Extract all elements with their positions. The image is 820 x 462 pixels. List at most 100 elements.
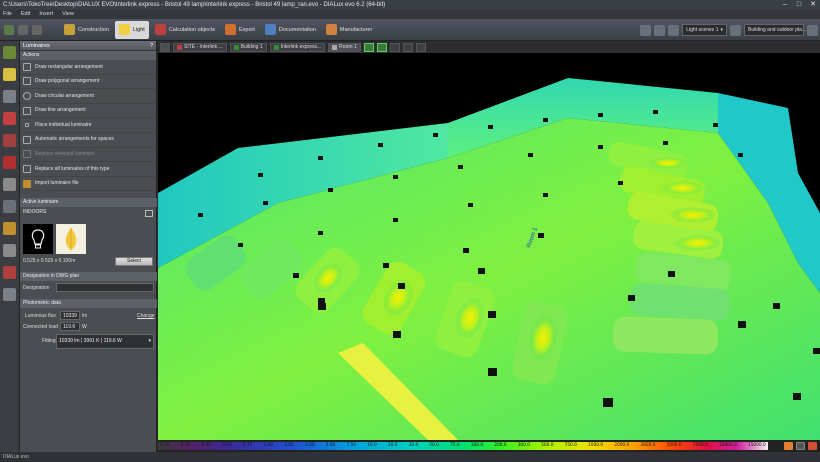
undo-icon[interactable]	[18, 24, 28, 35]
designation-field[interactable]	[56, 283, 154, 292]
bulb-tool-icon[interactable]	[3, 68, 16, 81]
minimize-icon[interactable]: –	[778, 0, 792, 10]
tool-icon-strip	[0, 41, 20, 452]
construction-icon	[64, 24, 75, 35]
lamp-icon	[31, 229, 45, 249]
luminaire-photo	[56, 224, 86, 254]
designation-section: Designation in DWG plan Designation	[20, 272, 157, 296]
action-import-luminaire[interactable]: Import luminaire file	[20, 177, 156, 192]
measure-icon[interactable]	[3, 134, 16, 147]
action-draw-polygonal[interactable]: Draw polygonal arrangement	[20, 75, 156, 90]
monitor-icon[interactable]	[730, 24, 741, 36]
breadcrumb-building[interactable]: Building 1	[229, 42, 267, 52]
luminous-flux-field[interactable]: 10339	[60, 311, 80, 320]
tab-manufacturer[interactable]: Manufacturer	[322, 21, 376, 39]
chevron-down-icon: ▾	[720, 27, 723, 33]
bulb-icon	[118, 24, 130, 35]
scale-settings-icon[interactable]	[784, 442, 793, 450]
action-automatic-arrangements[interactable]: Automatic arrangements for spaces	[20, 133, 156, 148]
chevron-down-icon: ▾	[148, 338, 151, 344]
menu-file[interactable]: File	[3, 10, 12, 19]
documentation-icon	[264, 24, 276, 35]
tab-calculation-objects[interactable]: Calculation objects	[151, 21, 219, 39]
zoom-extents-icon[interactable]	[402, 42, 413, 52]
building-icon	[233, 44, 239, 50]
grid-icon[interactable]	[807, 24, 818, 36]
tab-export[interactable]: Export	[221, 21, 259, 39]
export-icon	[225, 24, 236, 35]
action-draw-line[interactable]: Draw line arrangement	[20, 104, 156, 119]
circle-icon	[23, 91, 31, 100]
3d-view-icon[interactable]	[363, 42, 374, 52]
luminaire-distribution-image	[23, 224, 53, 254]
wrench-icon[interactable]	[3, 178, 16, 191]
image-icon[interactable]	[3, 266, 16, 279]
connected-load-label: Connected load	[23, 324, 59, 330]
help-icon[interactable]: ?	[150, 41, 153, 51]
home-icon[interactable]	[160, 42, 170, 52]
object-icon[interactable]	[3, 244, 16, 257]
action-replace-all[interactable]: Replace all luminaires of this type	[20, 162, 156, 177]
light-scene-select[interactable]: Light scenes 1 ▾	[682, 24, 727, 36]
fitting-field[interactable]: 10339 lm | 3991 K | 119.6 W ▾	[56, 334, 154, 349]
3d-viewport[interactable]: SITE - Interlink ... Building 1 Interlin…	[158, 41, 820, 440]
luminaires-panel: Luminaires? Actions Draw rectangular arr…	[20, 41, 157, 452]
replace-icon	[23, 150, 31, 159]
active-luminaire-header: Active luminaire	[20, 198, 157, 207]
redo-icon[interactable]	[32, 24, 42, 35]
view-select[interactable]: Building and outdoor pla...	[744, 24, 806, 36]
breadcrumb-room[interactable]: Room 1	[328, 42, 361, 52]
scale-ticks: 0.10 0.20 0.30 0.50 0.75 1.00 2.00 3.00 5.00 7.50…	[160, 443, 766, 448]
camera-icon[interactable]	[389, 42, 400, 52]
false-color-scale: 0.10 0.20 0.30 0.50 0.75 1.00 2.00 3.00 5.00 7.50…	[158, 440, 820, 452]
menu-bar: File Edit Insert View	[0, 10, 820, 19]
calculate-icon[interactable]	[654, 24, 666, 36]
panel-title: Luminaires?	[20, 41, 156, 51]
manufacturer-icon	[325, 24, 337, 35]
tab-construction[interactable]: Construction	[60, 21, 113, 39]
storey-icon	[273, 44, 279, 50]
auto-arrange-icon	[23, 135, 31, 144]
breadcrumb-storey[interactable]: Interlink express...	[269, 42, 326, 52]
tool-icon[interactable]	[640, 24, 652, 36]
edit-icon[interactable]	[3, 156, 16, 169]
fullscreen-icon[interactable]	[415, 42, 426, 52]
false-color-rendering: Room 1	[158, 78, 820, 440]
change-link[interactable]: Change	[137, 313, 155, 319]
action-draw-rectangular[interactable]: Draw rectangular arrangement	[20, 60, 156, 75]
frame-icon[interactable]	[3, 288, 16, 301]
menu-view[interactable]: View	[62, 10, 74, 19]
color-wheel-icon[interactable]	[3, 112, 16, 125]
action-place-individual[interactable]: Place individual luminaire	[20, 118, 156, 133]
close-icon[interactable]: ✕	[806, 0, 820, 10]
select-button[interactable]: Select	[115, 257, 153, 266]
viewport-toolbar: SITE - Interlink ... Building 1 Interlin…	[158, 41, 820, 53]
action-replace-selected: Replace selected luminaire	[20, 148, 156, 163]
save-icon[interactable]	[4, 24, 14, 35]
import-icon	[23, 179, 31, 188]
connected-load-field[interactable]: 119.6	[60, 322, 80, 331]
tab-documentation[interactable]: Documentation	[261, 21, 320, 39]
scale-lx-icon[interactable]	[796, 442, 805, 450]
designation-label: Designation	[23, 285, 50, 291]
tab-light[interactable]: Light	[114, 20, 149, 39]
polar-curve-icon	[65, 228, 77, 250]
breadcrumb-site[interactable]: SITE - Interlink ...	[173, 42, 227, 52]
maximize-icon[interactable]: □	[792, 0, 806, 10]
menu-insert[interactable]: Insert	[39, 10, 53, 19]
designation-header: Designation in DWG plan	[20, 272, 157, 281]
luminaire-tool-icon[interactable]	[3, 46, 16, 59]
settings-icon[interactable]	[668, 24, 680, 36]
folder-icon[interactable]	[3, 222, 16, 235]
layers-icon[interactable]	[3, 200, 16, 213]
light-group-icon[interactable]	[3, 90, 16, 103]
menu-edit[interactable]: Edit	[21, 10, 30, 19]
plan-view-icon[interactable]	[376, 42, 387, 52]
fitting-label: Fitting	[42, 338, 56, 344]
copy-icon[interactable]	[145, 210, 153, 217]
scale-color-icon[interactable]	[808, 442, 817, 450]
action-draw-circular[interactable]: Draw circular arrangement	[20, 89, 156, 104]
photometric-section: Photometric data Luminous flux 10339 lm …	[20, 299, 157, 359]
luminaire-dimensions: 0.525 x 0.525 x 0.100m	[23, 258, 76, 264]
status-bar: DIALux evo	[0, 452, 820, 462]
